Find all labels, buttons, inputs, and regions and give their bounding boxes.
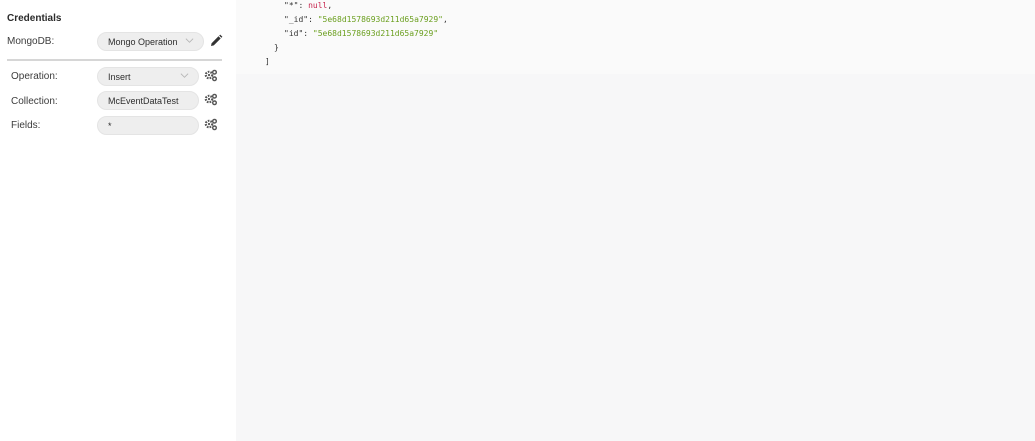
json-bracket-close: ] <box>265 57 270 66</box>
collection-input[interactable]: McEventDataTest <box>97 91 199 110</box>
gears-icon[interactable] <box>204 69 218 83</box>
operation-select[interactable]: Insert <box>97 67 199 86</box>
json-line-star: "*": null, <box>284 1 332 10</box>
section-divider <box>7 59 222 61</box>
credentials-title: Credentials <box>7 13 62 24</box>
collection-label: Collection: <box>11 96 58 107</box>
collection-value: McEventDataTest <box>108 95 179 106</box>
json-line-_id: "_id": "5e68d1578693d211d65a7929", <box>284 15 448 24</box>
gears-icon[interactable] <box>204 118 218 132</box>
json-separator: : <box>298 1 309 10</box>
json-key: "id" <box>284 29 304 38</box>
chevron-down-icon <box>180 73 189 78</box>
fields-value: * <box>108 120 112 131</box>
json-comma: , <box>442 15 448 24</box>
mongodb-label: MongoDB: <box>7 36 55 47</box>
operation-label: Operation: <box>11 71 58 82</box>
gears-icon[interactable] <box>204 93 218 107</box>
mongodb-credential-select[interactable]: Mongo Operation <box>97 32 204 51</box>
json-key: "*" <box>284 1 299 10</box>
json-value-string: "5e68d1578693d211d65a7929" <box>317 15 443 24</box>
json-brace-close: } <box>274 43 279 52</box>
json-value-string: "5e68d1578693d211d65a7929" <box>312 29 439 38</box>
pencil-icon[interactable] <box>209 34 223 48</box>
json-separator: : <box>303 29 313 38</box>
operation-value: Insert <box>108 71 131 82</box>
json-separator: : <box>308 15 318 24</box>
mongodb-credential-value: Mongo Operation <box>108 36 178 47</box>
chevron-down-icon <box>185 38 194 43</box>
json-line-id: "id": "5e68d1578693d211d65a7929" <box>284 29 438 38</box>
fields-input[interactable]: * <box>97 116 199 135</box>
json-key: "_id" <box>284 15 309 24</box>
parameters-panel: Credentials MongoDB: Mongo Operation Ope… <box>0 0 236 441</box>
fields-label: Fields: <box>11 120 41 131</box>
json-comma: , <box>327 1 333 10</box>
node-editor: Credentials MongoDB: Mongo Operation Ope… <box>0 0 1035 441</box>
json-output: "*": null, "_id": "5e68d1578693d211d65a7… <box>236 0 1035 74</box>
json-value-null: null <box>308 1 328 10</box>
output-panel[interactable]: "*": null, "_id": "5e68d1578693d211d65a7… <box>236 0 1035 441</box>
